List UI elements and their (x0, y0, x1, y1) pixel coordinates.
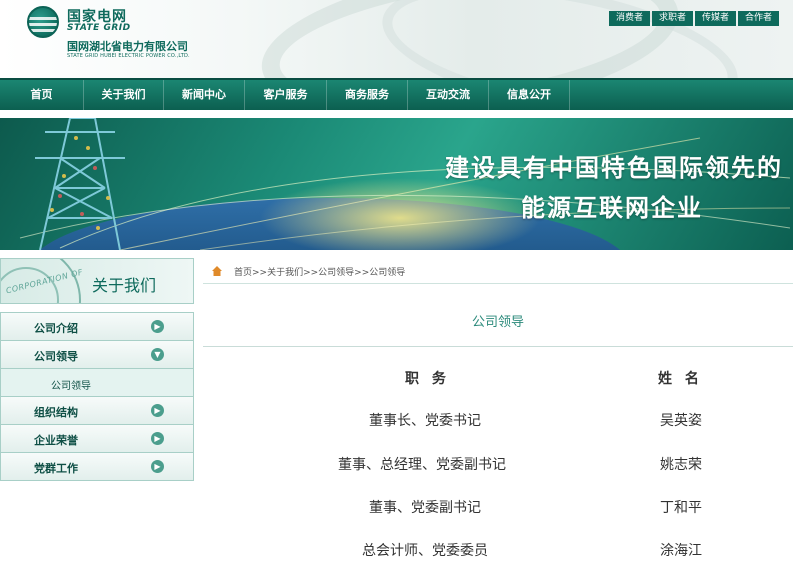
nav-item-disclosure[interactable]: 信息公开 (489, 80, 570, 110)
main-nav: 首页 关于我们 新闻中心 客户服务 商务服务 互动交流 信息公开 (0, 78, 793, 110)
logo-text-en[interactable]: STATE GRID (67, 23, 131, 33)
leader-name: 姚志荣 (660, 457, 702, 473)
leader-name: 吴英姿 (660, 413, 702, 429)
sidebar-item-label: 组织结构 (34, 406, 78, 419)
nav-item-customer-service[interactable]: 客户服务 (245, 80, 327, 110)
page-title: 公司领导 (471, 315, 524, 330)
sidebar-item-leadership[interactable]: 公司领导 ▼ (1, 341, 193, 369)
column-header-position: 职 务 (405, 371, 450, 387)
sidebar-item-label: 党群工作 (34, 462, 78, 475)
sidebar-item-honors[interactable]: 企业荣誉 ▶ (1, 425, 193, 453)
sidebar-item-label: 公司介绍 (34, 322, 78, 335)
quick-links: 消费者 求职者 传媒者 合作者 (608, 11, 779, 26)
column-header-name: 姓 名 (658, 371, 703, 387)
leader-position: 董事、总经理、党委副书记 (338, 457, 506, 473)
nav-item-home[interactable]: 首页 (0, 80, 84, 110)
company-name: 国网湖北省电力有限公司 (67, 40, 188, 53)
arrow-down-icon: ▼ (151, 348, 164, 361)
leader-position: 董事长、党委书记 (369, 413, 481, 429)
banner-glow (260, 178, 540, 250)
site-header: 国家电网 STATE GRID 国网湖北省电力有限公司 STATE GRID H… (0, 0, 793, 78)
sidebar-item-party-work[interactable]: 党群工作 ▶ (1, 453, 193, 481)
breadcrumb-bar: 首页>>关于我们>>公司领导>>公司领导 (203, 258, 793, 284)
sidebar-item-company-intro[interactable]: 公司介绍 ▶ (1, 313, 193, 341)
sidebar-item-label: 企业荣誉 (34, 434, 78, 447)
arrow-right-icon: ▶ (151, 320, 164, 333)
quick-link-jobseeker[interactable]: 求职者 (651, 11, 693, 26)
sidebar-menu: 公司介绍 ▶ 公司领导 ▼ 公司领导 组织结构 ▶ 企业荣誉 ▶ 党群工作 ▶ (0, 312, 194, 481)
title-divider (203, 346, 793, 347)
home-icon[interactable] (212, 266, 222, 276)
leader-position: 董事、党委副书记 (369, 500, 481, 516)
nav-item-news[interactable]: 新闻中心 (164, 80, 245, 110)
sidebar-subitem-label: 公司领导 (51, 381, 91, 392)
quick-link-partner[interactable]: 合作者 (737, 11, 779, 26)
hero-banner: 建设具有中国特色国际领先的 能源互联网企业 (0, 118, 793, 250)
leader-position: 总会计师、党委委员 (362, 543, 488, 559)
nav-item-interaction[interactable]: 互动交流 (408, 80, 489, 110)
banner-illustration (19, 118, 791, 250)
nav-spacer (0, 110, 793, 118)
sidebar-subitem-leadership[interactable]: 公司领导 (1, 369, 193, 397)
leader-name: 涂海江 (660, 543, 702, 559)
sidebar-title: 关于我们 (92, 276, 157, 295)
nav-item-business-service[interactable]: 商务服务 (327, 80, 408, 110)
banner-slogan-line2: 能源互联网企业 (521, 194, 703, 222)
arrow-right-icon: ▶ (151, 432, 164, 445)
arrow-right-icon: ▶ (151, 404, 164, 417)
sidebar-item-label: 公司领导 (34, 350, 78, 363)
nav-item-about[interactable]: 关于我们 (84, 80, 164, 110)
banner-slogan-line1: 建设具有中国特色国际领先的 (445, 154, 783, 182)
sidebar-item-org-structure[interactable]: 组织结构 ▶ (1, 397, 193, 425)
state-grid-logo-icon[interactable] (27, 6, 59, 38)
breadcrumb[interactable]: 首页>>关于我们>>公司领导>>公司领导 (234, 265, 405, 278)
quick-link-consumer[interactable]: 消费者 (608, 11, 650, 26)
sidebar-header: CORPORATION OF 关于我们 (0, 258, 194, 304)
arrow-right-icon: ▶ (151, 460, 164, 473)
leader-name: 丁和平 (660, 500, 702, 516)
quick-link-media[interactable]: 传媒者 (694, 11, 736, 26)
company-name-en: STATE GRID HUBEI ELECTRIC POWER CO.,LTD. (67, 53, 190, 59)
